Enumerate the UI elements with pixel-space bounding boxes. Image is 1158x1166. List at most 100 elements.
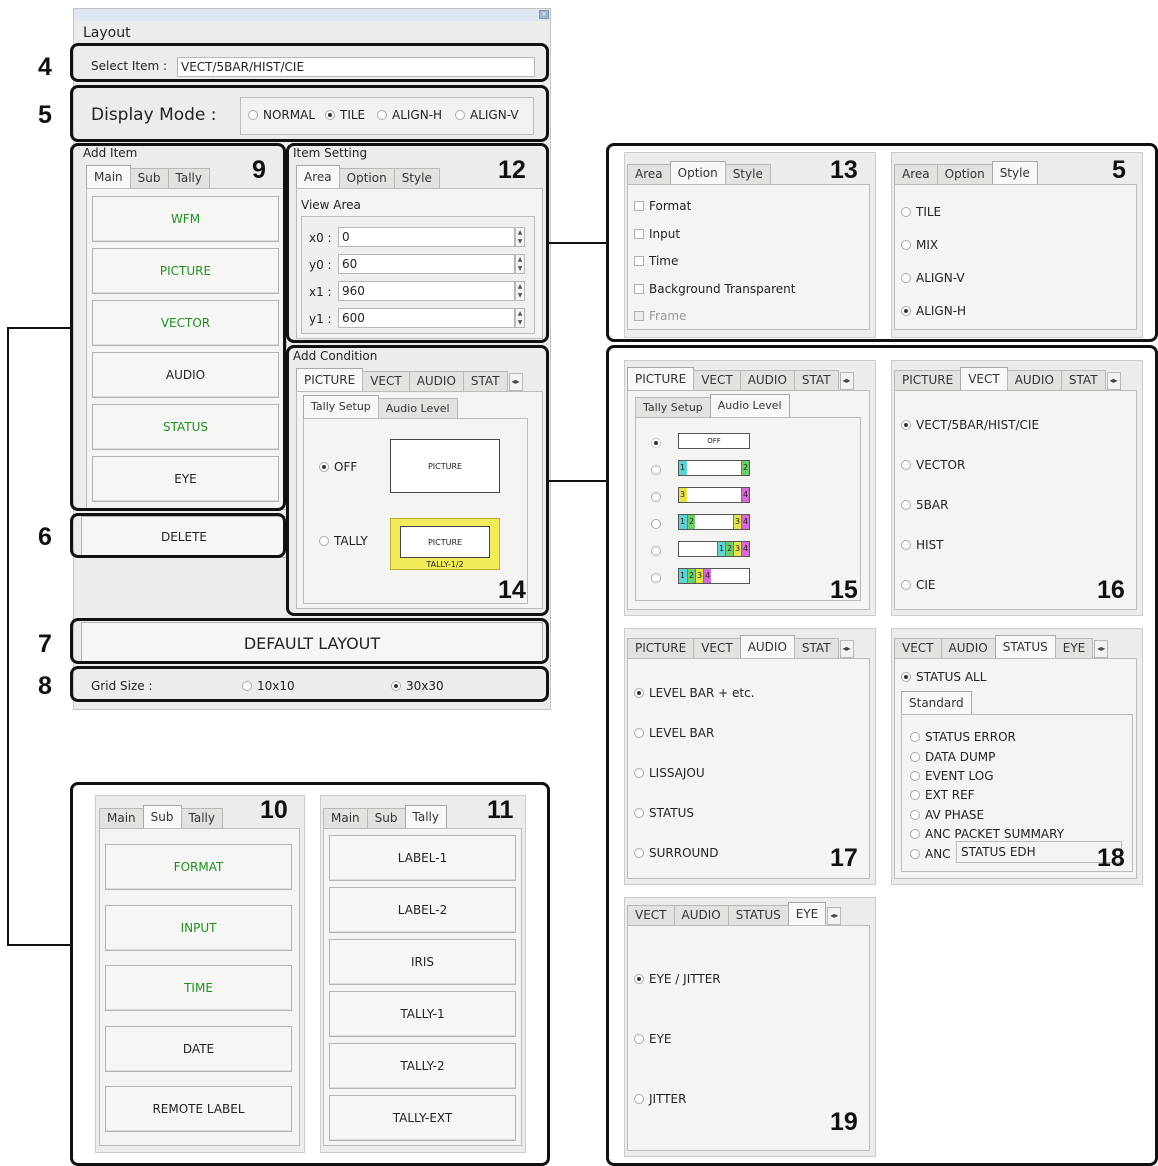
callout-frame-4 — [70, 43, 549, 82]
audio-level-radio-4[interactable] — [651, 544, 666, 558]
audio-level-radio-5[interactable] — [651, 571, 666, 585]
format-checkbox[interactable]: Format — [634, 199, 691, 213]
style-mix-radio[interactable]: MIX — [901, 238, 938, 252]
style-align-v-radio[interactable]: ALIGN-V — [901, 271, 965, 285]
tab-scroll-arrows[interactable]: ◂▸ — [839, 640, 854, 658]
subtab-tally-setup[interactable]: Tally Setup — [635, 397, 711, 417]
tab-audio[interactable]: AUDIO — [673, 905, 729, 925]
tab-tally[interactable]: Tally — [404, 805, 447, 828]
tab-style[interactable]: Style — [724, 164, 771, 184]
tab-option[interactable]: Option — [936, 164, 993, 184]
tab-area[interactable]: Area — [894, 164, 938, 184]
tab-vect[interactable]: VECT — [960, 367, 1008, 390]
tab-picture[interactable]: PICTURE — [627, 367, 695, 390]
vect-5bar-hist-cie-radio[interactable]: VECT/5BAR/HIST/CIE — [901, 418, 1039, 432]
tab-status[interactable]: STATUS — [727, 905, 789, 925]
time-checkbox[interactable]: Time — [634, 254, 678, 268]
tab-picture[interactable]: PICTURE — [627, 638, 695, 658]
hist-radio[interactable]: HIST — [901, 538, 944, 552]
add-date-button[interactable]: DATE — [105, 1026, 292, 1072]
tab-stat[interactable]: STAT — [1060, 370, 1106, 390]
tab-picture[interactable]: PICTURE — [894, 370, 962, 390]
tab-vect[interactable]: VECT — [693, 370, 741, 390]
tab-vect[interactable]: VECT — [627, 905, 675, 925]
data-dump-radio[interactable]: DATA DUMP — [910, 750, 995, 764]
tab-sub[interactable]: Sub — [142, 805, 182, 828]
status-all-radio[interactable]: STATUS ALL — [901, 670, 986, 684]
add-input-button[interactable]: INPUT — [105, 905, 292, 951]
tab-sub[interactable]: Sub — [366, 808, 406, 828]
lissajou-radio[interactable]: LISSAJOU — [634, 766, 705, 780]
eye-jitter-radio[interactable]: EYE / JITTER — [634, 972, 721, 986]
av-phase-radio[interactable]: AV PHASE — [910, 808, 984, 822]
add-label-2-button[interactable]: LABEL-2 — [329, 887, 516, 933]
5bar-radio[interactable]: 5BAR — [901, 498, 948, 512]
status-error-radio[interactable]: STATUS ERROR — [910, 730, 1016, 744]
audio-level-radio-2[interactable] — [651, 490, 666, 504]
audio-level-radio-3[interactable] — [651, 517, 666, 531]
radio-icon — [910, 790, 920, 800]
style-tile-radio[interactable]: TILE — [901, 205, 941, 219]
tab-vect[interactable]: VECT — [693, 638, 741, 658]
cie-radio[interactable]: CIE — [901, 578, 936, 592]
window-title: Layout — [83, 25, 131, 41]
add-tally-1-button[interactable]: TALLY-1 — [329, 991, 516, 1037]
tab-main[interactable]: Main — [323, 808, 368, 828]
tab-audio[interactable]: AUDIO — [1006, 370, 1062, 390]
tab-stat[interactable]: STAT — [793, 638, 839, 658]
tab-area[interactable]: Area — [627, 164, 671, 184]
background-transparent-checkbox[interactable]: Background Transparent — [634, 282, 795, 296]
panel13-tabs: Area Option Style — [627, 161, 771, 184]
input-checkbox[interactable]: Input — [634, 227, 680, 241]
add-remote-label-button[interactable]: REMOTE LABEL — [105, 1086, 292, 1132]
add-label-1-button[interactable]: LABEL-1 — [329, 835, 516, 881]
checkbox-icon — [634, 201, 644, 211]
tab-status[interactable]: STATUS — [994, 635, 1056, 658]
tab-scroll-arrows[interactable]: ◂▸ — [827, 907, 842, 925]
tab-audio[interactable]: AUDIO — [739, 370, 795, 390]
style-align-h-radio[interactable]: ALIGN-H — [901, 304, 966, 318]
subtab-audio-level[interactable]: Audio Level — [709, 394, 790, 417]
tab-eye[interactable]: EYE — [787, 902, 827, 925]
level-bar-etc-radio[interactable]: LEVEL BAR + etc. — [634, 686, 755, 700]
tab-vect[interactable]: VECT — [894, 638, 942, 658]
callout-frame-6 — [70, 513, 286, 558]
anc-radio[interactable]: ANC — [910, 847, 951, 861]
window-close-button[interactable]: × — [539, 10, 549, 19]
add-iris-button[interactable]: IRIS — [329, 939, 516, 985]
ext-ref-radio[interactable]: EXT REF — [910, 788, 975, 802]
add-tally-2-button[interactable]: TALLY-2 — [329, 1043, 516, 1089]
status-radio[interactable]: STATUS — [634, 806, 694, 820]
audio-level-radio-1[interactable] — [651, 463, 666, 477]
connector-line — [549, 242, 606, 244]
tab-stat[interactable]: STAT — [793, 370, 839, 390]
tab-scroll-arrows[interactable]: ◂▸ — [839, 372, 854, 390]
tab-eye[interactable]: EYE — [1054, 638, 1094, 658]
tab-tally[interactable]: Tally — [180, 808, 223, 828]
tab-main[interactable]: Main — [99, 808, 144, 828]
event-log-radio[interactable]: EVENT LOG — [910, 769, 994, 783]
anc-packet-summary-radio[interactable]: ANC PACKET SUMMARY — [910, 827, 1064, 841]
level-bar-radio[interactable]: LEVEL BAR — [634, 726, 714, 740]
frame-checkbox[interactable]: Frame — [634, 309, 686, 323]
tab-audio[interactable]: AUDIO — [739, 635, 795, 658]
tab-audio[interactable]: AUDIO — [940, 638, 996, 658]
add-format-button[interactable]: FORMAT — [105, 844, 292, 890]
add-tally-ext-button[interactable]: TALLY-EXT — [329, 1095, 516, 1141]
jitter-radio[interactable]: JITTER — [634, 1092, 686, 1106]
subtab-standard[interactable]: Standard — [901, 691, 972, 714]
tab-scroll-arrows[interactable]: ◂▸ — [1094, 640, 1109, 658]
tab-scroll-arrows[interactable]: ◂▸ — [1106, 372, 1121, 390]
eye-radio[interactable]: EYE — [634, 1032, 672, 1046]
radio-icon — [901, 580, 911, 590]
radio-icon — [634, 848, 644, 858]
add-time-button[interactable]: TIME — [105, 965, 292, 1011]
tab-option[interactable]: Option — [669, 161, 726, 184]
callout-9: 9 — [252, 156, 266, 184]
tab-style[interactable]: Style — [991, 161, 1038, 184]
audio-level-off-radio[interactable] — [651, 436, 666, 450]
panel17-tabs: PICTURE VECT AUDIO STAT ◂▸ — [627, 635, 854, 658]
surround-radio[interactable]: SURROUND — [634, 846, 719, 860]
vector-radio[interactable]: VECTOR — [901, 458, 965, 472]
radio-icon — [651, 546, 661, 556]
